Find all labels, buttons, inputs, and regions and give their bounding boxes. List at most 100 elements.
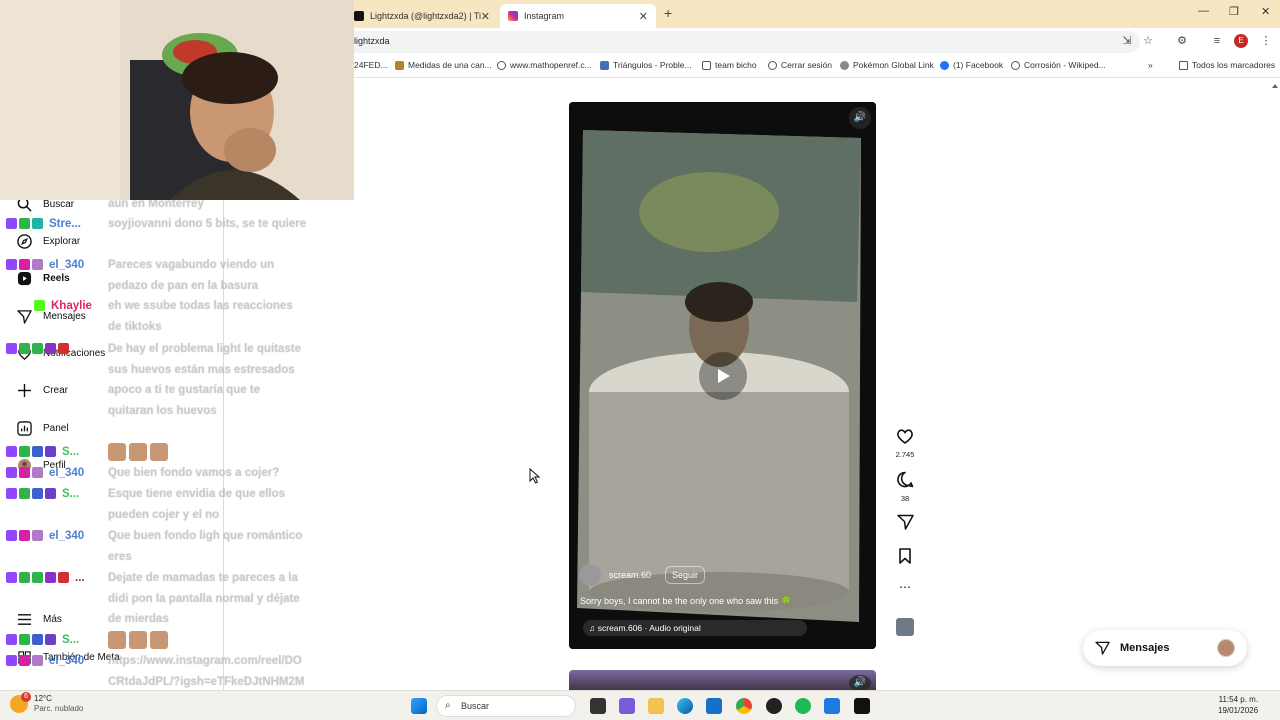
sidebar-item-label: Mensajes	[43, 310, 86, 322]
bookmark-label: 24FED...	[354, 60, 388, 70]
play-button[interactable]	[699, 352, 747, 400]
minimize-button[interactable]: —	[1198, 5, 1209, 17]
store-icon[interactable]	[706, 698, 722, 714]
audio-cover-icon	[896, 618, 914, 636]
sidebar-item-profile[interactable]: Perfil	[16, 457, 66, 473]
more-bookmarks-icon[interactable]: »	[1148, 60, 1153, 70]
sidebar-item-more[interactable]: Más	[16, 611, 62, 627]
windows-start-icon[interactable]	[411, 698, 427, 714]
bookmark-star-icon[interactable]: ☆	[1141, 34, 1155, 48]
bookmark-item[interactable]: (1) Facebook	[940, 60, 1003, 70]
address-bar[interactable]: lightzxda	[340, 31, 1140, 53]
sidebar-item-dashboard[interactable]: Panel	[16, 420, 69, 436]
taskbar-search[interactable]: ⌕ Buscar	[436, 695, 576, 717]
sidebar-item-messages[interactable]: Mensajes	[16, 308, 86, 324]
weather-widget[interactable]: 6 12°C Parc. nublado	[10, 692, 83, 714]
restore-button[interactable]: ❐	[1229, 5, 1239, 18]
bookmark-label: Corrosión - Wikiped...	[1024, 60, 1106, 70]
chrome-icon[interactable]	[736, 698, 752, 714]
close-tab-icon[interactable]: ✕	[639, 10, 648, 23]
file-explorer-icon[interactable]	[648, 698, 664, 714]
avatar-icon	[16, 457, 32, 473]
media-control-icon[interactable]: ≡	[1210, 34, 1224, 48]
dashboard-icon	[16, 420, 32, 436]
extensions-icon[interactable]: ⚙	[1175, 34, 1189, 48]
more-options-icon[interactable]: ⋯	[892, 580, 918, 594]
menu-kebab-icon[interactable]: ⋮	[1259, 34, 1273, 48]
sidebar-item-reels[interactable]: Reels	[16, 270, 70, 286]
task-view-icon[interactable]	[590, 698, 606, 714]
reel-video-player[interactable]: 🔊 scream.60 Seguir Sorry boys, I cannot …	[569, 102, 876, 649]
bookmark-item[interactable]: Corrosión - Wikiped...	[1011, 60, 1106, 70]
volume-icon[interactable]: 🔊	[849, 675, 871, 691]
new-tab-button[interactable]: +	[664, 5, 672, 21]
sidebar-item-create[interactable]: Crear	[16, 382, 68, 398]
share-action	[892, 514, 918, 535]
reel-audio[interactable]: ♫ scream.606 · Audio original	[583, 620, 807, 636]
close-window-button[interactable]: ✕	[1261, 5, 1270, 18]
clock-time: 11:54 p. m.	[1218, 695, 1259, 704]
sidebar-item-label: Reels	[43, 272, 70, 284]
edge-icon[interactable]	[677, 698, 693, 714]
sidebar-item-notifications[interactable]: Notificaciones	[16, 345, 105, 361]
bookmark-label: www.mathopenref.c...	[510, 60, 592, 70]
windows-taskbar: 6 12°C Parc. nublado ⌕ Buscar 11:54 p. m…	[0, 690, 1280, 720]
bookmark-folder[interactable]: Todos los marcadores	[1179, 60, 1275, 70]
sidebar-item-label: También de Meta	[43, 651, 120, 663]
tab-tiktok[interactable]: Lightzxda (@lightzxda2) | TikTok ✕	[346, 4, 498, 28]
bookmark-item[interactable]: www.mathopenref.c...	[497, 60, 592, 70]
clock-date: 19/01/2026	[1218, 706, 1259, 715]
sidebar-item-label: Más	[43, 613, 62, 625]
weather-badge: 6	[21, 692, 31, 702]
facebook-icon	[940, 60, 949, 70]
tab-instagram[interactable]: Instagram ✕	[500, 4, 656, 28]
weather-temp: 12°C	[34, 694, 52, 703]
next-reel-preview[interactable]: 🔊	[569, 670, 876, 692]
vpn-icon[interactable]	[824, 698, 840, 714]
bookmark-item[interactable]: Pokémon Global Link	[840, 60, 934, 70]
bookmark-item[interactable]: 24FED...	[354, 60, 388, 70]
bookmark-item[interactable]: Cerrar sesión	[768, 60, 832, 70]
spotify-icon[interactable]	[795, 698, 811, 714]
pokeball-icon	[840, 60, 849, 70]
close-tab-icon[interactable]: ✕	[481, 10, 490, 23]
bookmark-icon[interactable]	[898, 548, 912, 564]
bookmark-item[interactable]: Triángulos - Proble...	[600, 60, 692, 70]
sidebar-item-label: Perfil	[43, 459, 66, 471]
contact-avatar	[1217, 639, 1235, 657]
like-count: 2.745	[895, 450, 915, 459]
send-icon	[1095, 641, 1110, 655]
audio-thumbnail[interactable]	[892, 618, 918, 641]
bookmark-label: Cerrar sesión	[781, 60, 833, 70]
menu-icon	[16, 611, 32, 627]
scroll-up-icon[interactable]	[1272, 84, 1278, 88]
follow-button[interactable]: Seguir	[665, 566, 706, 584]
obs-icon[interactable]	[766, 698, 782, 714]
bookmark-item[interactable]: Medidas de una can...	[395, 60, 492, 70]
save-action	[892, 548, 918, 569]
app-icon[interactable]	[854, 698, 870, 714]
heart-icon[interactable]	[896, 428, 914, 444]
sidebar-item-also-from-meta[interactable]: También de Meta	[16, 649, 120, 665]
bookmark-label: Todos los marcadores	[1192, 60, 1276, 70]
volume-icon[interactable]: 🔊	[849, 107, 871, 129]
widgets-icon[interactable]	[619, 698, 635, 714]
comment-icon[interactable]	[896, 471, 914, 488]
sidebar-item-label: Crear	[43, 384, 69, 396]
page-scrollbar[interactable]	[1270, 80, 1280, 690]
comment-action: 38	[892, 471, 918, 503]
share-icon[interactable]	[896, 514, 914, 530]
bookmark-label: (1) Facebook	[953, 60, 1004, 70]
bookmark-item[interactable]: team bicho	[702, 60, 757, 70]
profile-avatar[interactable]: E	[1234, 34, 1248, 48]
wikipedia-icon	[1011, 60, 1020, 70]
author-avatar[interactable]	[579, 564, 601, 586]
author-username[interactable]: scream.60	[609, 570, 651, 580]
messages-float-button[interactable]: Mensajes	[1083, 630, 1247, 666]
install-app-icon[interactable]: ⇲	[1120, 34, 1134, 48]
sidebar-item-label: Panel	[43, 422, 69, 434]
sidebar-item-label: Notificaciones	[43, 347, 106, 359]
system-clock[interactable]: 11:54 p. m. 19/01/2026	[1218, 694, 1258, 716]
comment-count: 38	[900, 494, 910, 503]
sidebar-item-explore[interactable]: Explorar	[16, 233, 80, 249]
